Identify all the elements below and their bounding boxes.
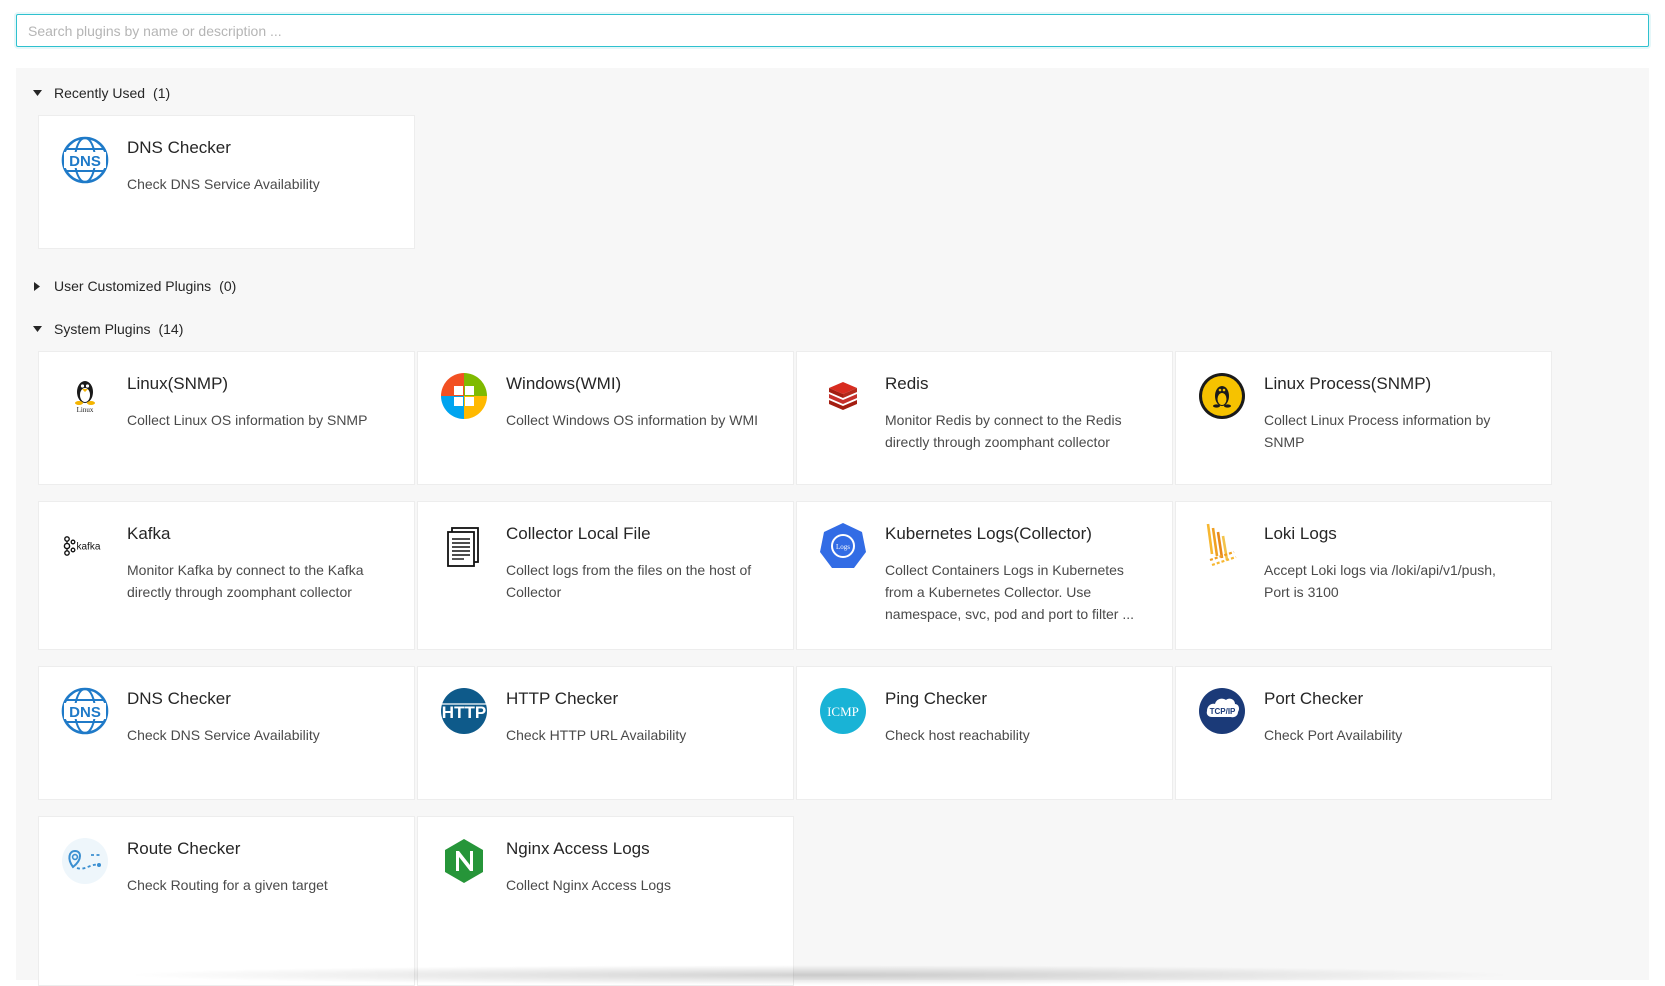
plugin-card-dns-checker-recent[interactable]: DNS DNS Checker Check DNS Service Availa… [38,115,415,249]
tcpip-icon-label: TCP/IP [1210,707,1236,716]
section-system-plugins[interactable]: System Plugins (14) [30,319,183,339]
plugin-title: Redis [885,374,929,393]
plugin-description: Check Routing for a given target [127,877,328,893]
kubernetes-logs-icon: Logs [819,522,867,570]
caret-right-icon [32,281,42,291]
plugin-description: Check HTTP URL Availability [506,727,687,743]
section-label: User Customized Plugins [54,278,212,294]
plugin-description: Collect Nginx Access Logs [506,877,671,893]
section-user-customized[interactable]: User Customized Plugins (0) [30,276,236,296]
plugin-description: Collect logs from the files on the host … [506,562,752,600]
plugin-description: Collect Linux Process information by SNM… [1264,412,1491,450]
plugin-card-kubernetes-logs[interactable]: Logs Kubernetes Logs(Collector) Collect … [796,501,1173,650]
plugin-card-linux-process-snmp[interactable]: Linux Process(SNMP) Collect Linux Proces… [1175,351,1552,485]
redis-icon [819,372,867,420]
plugin-title: DNS Checker [127,138,231,157]
plugin-description: Check host reachability [885,727,1030,743]
plugin-title: Nginx Access Logs [506,839,650,858]
plugin-card-port-checker[interactable]: TCP/IP Port Checker Check Port Availabil… [1175,666,1552,800]
section-count: (0) [219,278,237,294]
plugin-title: Ping Checker [885,689,988,708]
section-recently-used[interactable]: Recently Used (1) [30,83,170,103]
kubernetes-icon-label: Logs [836,543,850,551]
linux-icon: Linux [61,372,109,420]
plugin-card-dns-checker[interactable]: DNS DNS Checker Check DNS Service Availa… [38,666,415,800]
plugin-title: DNS Checker [127,689,231,708]
plugin-card-route-checker[interactable]: Route Checker Check Routing for a given … [38,816,415,986]
plugin-description: Collect Windows OS information by WMI [506,412,759,428]
plugin-description: Check DNS Service Availability [127,176,320,192]
http-icon: HTTP [440,687,488,735]
kafka-icon-label: kafka [77,542,101,553]
plugin-description: Check Port Availability [1264,727,1403,743]
plugin-title: Kafka [127,524,171,543]
dns-icon-label: DNS [69,153,101,170]
section-count: (14) [158,321,184,337]
caret-down-icon [32,88,42,98]
windows-icon [440,372,488,420]
plugin-card-nginx-access-logs[interactable]: Nginx Access Logs Collect Nginx Access L… [417,816,794,986]
dns-icon: DNS [61,687,109,735]
plugin-title: Windows(WMI) [506,374,622,393]
plugin-card-loki-logs[interactable]: Loki Logs Accept Loki logs via /loki/api… [1175,501,1552,650]
plugin-title: Linux Process(SNMP) [1264,374,1432,393]
plugin-card-windows-wmi[interactable]: Windows(WMI) Collect Windows OS informat… [417,351,794,485]
plugin-card-kafka[interactable]: kafka Kafka Monitor Kafka by connect to … [38,501,415,650]
plugin-title: Kubernetes Logs(Collector) [885,524,1092,543]
file-icon [440,522,488,570]
http-icon-label: HTTP [442,703,486,722]
plugin-panel: Recently Used (1) DNS DNS Checker Check … [16,68,1649,986]
icmp-icon-label: ICMP [827,704,859,719]
tcpip-icon: TCP/IP [1198,687,1246,735]
icmp-icon: ICMP [819,687,867,735]
section-label: Recently Used [54,85,146,101]
plugin-description: Monitor Redis by connect to the Redis di… [885,412,1122,450]
search-input[interactable] [16,14,1649,47]
section-label: System Plugins [54,321,151,337]
route-icon [61,837,109,885]
plugin-title: Port Checker [1264,689,1364,708]
plugin-description: Collect Linux OS information by SNMP [127,412,368,428]
nginx-icon [440,837,488,885]
dns-icon-label: DNS [69,704,101,721]
kafka-icon: kafka [61,522,109,570]
plugin-card-collector-local-file[interactable]: Collector Local File Collect logs from t… [417,501,794,650]
plugin-card-http-checker[interactable]: HTTP HTTP Checker Check HTTP URL Availab… [417,666,794,800]
dns-icon: DNS [61,136,109,184]
linux-icon-label: Linux [77,406,94,414]
plugin-title: Linux(SNMP) [127,374,229,393]
plugin-card-redis[interactable]: Redis Monitor Redis by connect to the Re… [796,351,1173,485]
caret-down-icon [32,324,42,334]
plugin-title: HTTP Checker [506,689,619,708]
plugin-description: Accept Loki logs via /loki/api/v1/push, … [1264,562,1496,600]
plugin-title: Route Checker [127,839,241,858]
section-count: (1) [153,85,171,101]
loki-icon [1198,522,1246,570]
plugin-card-ping-checker[interactable]: ICMP Ping Checker Check host reachabilit… [796,666,1173,800]
plugin-description: Collect Containers Logs in Kubernetes fr… [885,562,1135,622]
search-bar [16,14,1649,47]
plugin-description: Monitor Kafka by connect to the Kafka di… [127,562,364,600]
plugin-title: Collector Local File [506,524,651,543]
plugin-card-linux-snmp[interactable]: Linux Linux(SNMP) Collect Linux OS infor… [38,351,415,485]
linux-process-icon [1198,372,1246,420]
plugin-description: Check DNS Service Availability [127,727,320,743]
plugin-title: Loki Logs [1264,524,1337,543]
